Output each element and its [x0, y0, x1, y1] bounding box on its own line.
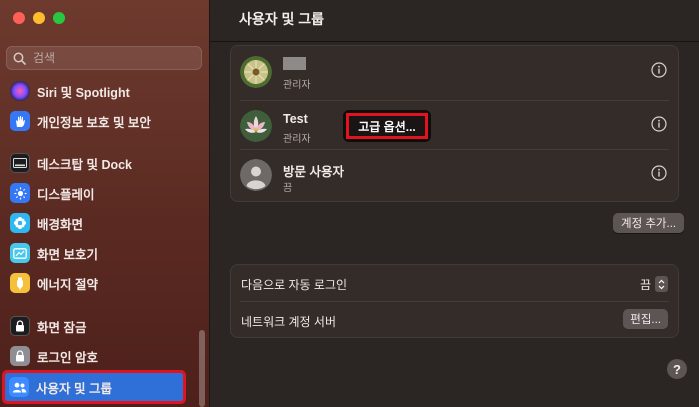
user-name: 방문 사용자: [283, 165, 344, 179]
sidebar-item-label: 배경화면: [37, 217, 84, 232]
sidebar-item-label: 화면 보호기: [37, 247, 98, 262]
search-input[interactable]: [31, 50, 185, 66]
sidebar-item-energy[interactable]: 에너지 절약: [6, 270, 202, 296]
close-window-button[interactable]: [13, 12, 25, 24]
user-role: 관리자: [283, 80, 311, 91]
sidebar-item-label: 에너지 절약: [37, 277, 98, 292]
user-role: 관리자: [283, 134, 311, 145]
siri-icon: [10, 81, 30, 101]
dock-icon: [10, 153, 30, 173]
login-settings-card: 다음으로 자동 로그인 끔 네트워크 계정 서버 편집...: [230, 264, 679, 338]
auto-login-row: 다음으로 자동 로그인 끔: [231, 265, 678, 301]
user-row[interactable]: 방문 사용자 끔: [231, 149, 678, 203]
user-row[interactable]: Test 관리자: [231, 100, 678, 154]
info-icon[interactable]: [651, 62, 667, 78]
sidebar-item-lock-screen[interactable]: 화면 잠금: [6, 313, 202, 339]
sidebar-item-label: 화면 잠금: [37, 320, 87, 335]
guest-avatar: [240, 159, 272, 191]
user-row[interactable]: 관리자: [231, 46, 678, 100]
add-account-button[interactable]: 계정 추가...: [613, 213, 685, 233]
dandelion-avatar: [240, 56, 272, 88]
sidebar-item-privacy[interactable]: 개인정보 보호 및 보안: [6, 108, 202, 134]
sidebar-scrollbar[interactable]: [199, 330, 205, 407]
lotus-avatar: [240, 110, 272, 142]
sidebar: Siri 및 Spotlight 개인정보 보호 및 보안 데스크탑 및 Doc…: [0, 0, 210, 407]
sidebar-item-login-password[interactable]: 로그인 암호: [6, 343, 202, 369]
padlock-icon: [10, 346, 30, 366]
edit-button[interactable]: 편집...: [623, 309, 668, 329]
sidebar-item-wallpaper[interactable]: 배경화면: [6, 210, 202, 236]
sidebar-item-siri[interactable]: Siri 및 Spotlight: [6, 78, 202, 104]
minimize-window-button[interactable]: [33, 12, 45, 24]
search-icon: [13, 52, 26, 65]
sidebar-item-display[interactable]: 디스플레이: [6, 180, 202, 206]
users-list: 관리자 Test 관리자 방문 사용자 끔: [230, 45, 679, 202]
sidebar-item-label: 사용자 및 그룹: [36, 381, 112, 396]
sidebar-item-users-groups[interactable]: 사용자 및 그룹: [2, 370, 186, 404]
energy-icon: [10, 273, 30, 293]
sidebar-item-screensaver[interactable]: 화면 보호기: [6, 240, 202, 266]
page-title: 사용자 및 그룹: [239, 11, 325, 27]
advanced-options-button[interactable]: 고급 옵션...: [343, 110, 431, 142]
redacted-username: [283, 57, 306, 70]
sidebar-item-label: 로그인 암호: [37, 350, 98, 365]
sidebar-item-label: 데스크탑 및 Dock: [37, 157, 133, 172]
header-divider: [210, 41, 699, 42]
advanced-options-label: 고급 옵션...: [346, 113, 428, 139]
up-down-chevron-icon: [655, 276, 668, 292]
hand-icon: [10, 111, 30, 131]
info-icon[interactable]: [651, 165, 667, 181]
auto-login-popup[interactable]: 끔: [640, 275, 668, 293]
sidebar-item-label: Siri 및 Spotlight: [37, 85, 130, 100]
lock-screen-icon: [10, 316, 30, 336]
network-server-label: 네트워크 계정 서버: [241, 315, 336, 329]
zoom-window-button[interactable]: [53, 12, 65, 24]
help-button[interactable]: ?: [667, 359, 687, 379]
auto-login-label: 다음으로 자동 로그인: [241, 278, 348, 292]
display-icon: [10, 183, 30, 203]
main-pane: 사용자 및 그룹 관리자 Test 관리자 방문 사용자 끔 고급 옵션... …: [210, 0, 699, 407]
users-icon: [9, 377, 29, 397]
user-role: 끔: [283, 183, 293, 194]
network-server-row: 네트워크 계정 서버 편집...: [231, 302, 678, 338]
auto-login-value: 끔: [639, 277, 651, 292]
user-name: Test: [283, 112, 308, 126]
sidebar-item-label: 디스플레이: [37, 187, 95, 202]
search-field[interactable]: [6, 46, 202, 70]
info-icon[interactable]: [651, 116, 667, 132]
sidebar-item-label: 개인정보 보호 및 보안: [37, 115, 151, 130]
screensaver-icon: [10, 243, 30, 263]
wallpaper-icon: [10, 213, 30, 233]
sidebar-item-desktop-dock[interactable]: 데스크탑 및 Dock: [6, 150, 202, 176]
window-controls: [13, 12, 65, 24]
